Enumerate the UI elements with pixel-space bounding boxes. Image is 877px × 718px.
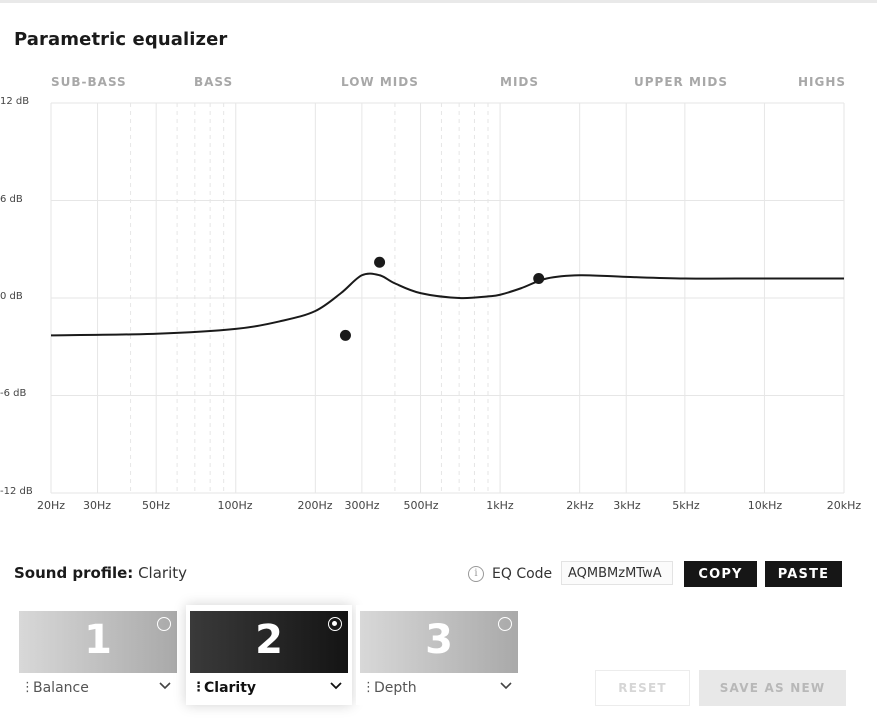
- preset-tile[interactable]: 2: [190, 611, 348, 673]
- chevron-down-icon[interactable]: [500, 682, 512, 690]
- preset-number: 2: [255, 617, 283, 663]
- preset-name: Clarity: [204, 680, 257, 696]
- radio-selected-icon[interactable]: [328, 617, 342, 631]
- sound-profile-label: Sound profile:: [14, 564, 134, 582]
- info-icon[interactable]: i: [468, 566, 484, 582]
- eq-code-label: EQ Code: [492, 566, 553, 582]
- eq-code-field[interactable]: AQMBMzMTwA: [561, 561, 673, 585]
- preset-footer[interactable]: ⋮ Balance: [19, 677, 177, 703]
- eq-points[interactable]: [339, 256, 545, 341]
- copy-button[interactable]: COPY: [684, 561, 757, 587]
- preset-tile[interactable]: 3: [360, 611, 518, 673]
- eq-point-2[interactable]: [374, 256, 386, 268]
- save-as-new-button[interactable]: SAVE AS NEW: [699, 670, 846, 706]
- chevron-down-icon[interactable]: [330, 682, 342, 690]
- preset-name: Balance: [33, 680, 89, 696]
- preset-tile[interactable]: 1: [19, 611, 177, 673]
- preset-footer[interactable]: ⋮ Depth: [360, 677, 518, 703]
- reset-button[interactable]: RESET: [595, 670, 690, 706]
- eq-point-1[interactable]: [339, 329, 351, 341]
- chevron-down-icon[interactable]: [159, 682, 171, 690]
- sound-profile-value: Clarity: [138, 564, 188, 582]
- sound-profile: Sound profile: Clarity: [14, 564, 187, 582]
- radio-unselected-icon[interactable]: [498, 617, 512, 631]
- preset-number: 1: [84, 617, 112, 663]
- preset-name: Depth: [374, 680, 417, 696]
- preset-card-3[interactable]: 3 ⋮ Depth: [356, 605, 522, 705]
- preset-card-1[interactable]: 1 ⋮ Balance: [15, 605, 181, 705]
- eq-response-curve: [50, 272, 844, 337]
- preset-footer[interactable]: ⋮ Clarity: [190, 677, 348, 703]
- preset-card-2[interactable]: 2 ⋮ Clarity: [186, 605, 352, 705]
- preset-number: 3: [425, 617, 453, 663]
- paste-button[interactable]: PASTE: [765, 561, 842, 587]
- radio-unselected-icon[interactable]: [157, 617, 171, 631]
- eq-code-section: i EQ Code: [468, 561, 552, 587]
- eq-point-3[interactable]: [533, 273, 545, 284]
